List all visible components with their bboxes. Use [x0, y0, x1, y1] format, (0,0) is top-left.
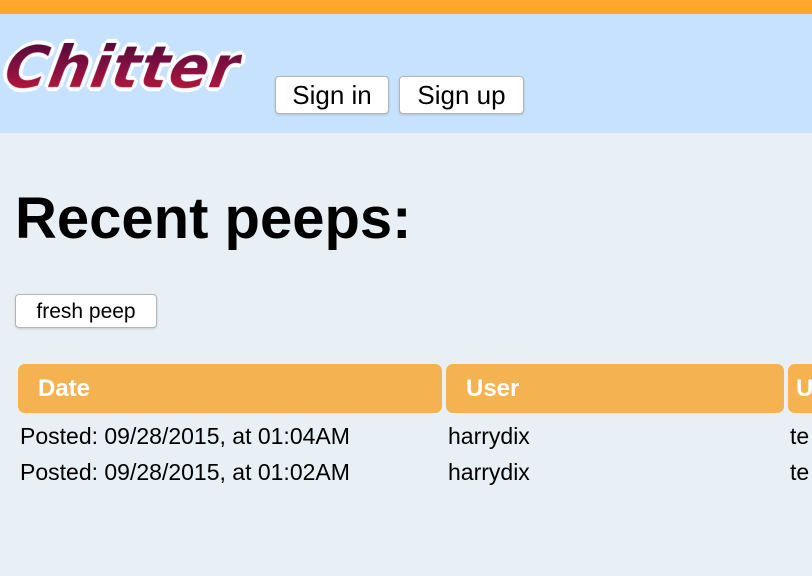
row-third-cell: te: [790, 459, 810, 485]
top-accent-bar: [0, 0, 812, 14]
site-header: Chitter Sign in Sign up: [0, 14, 812, 133]
column-header-date: Date: [18, 364, 442, 413]
row-third-cell: te: [790, 423, 810, 449]
chitter-logo[interactable]: Chitter: [0, 33, 246, 101]
row-date-cell: Posted: 09/28/2015, at 01:02AM: [20, 459, 350, 485]
row-user-cell: harrydix: [448, 423, 530, 449]
column-header-third: U: [788, 364, 812, 413]
row-user-cell: harrydix: [448, 459, 530, 485]
column-header-user: User: [446, 364, 784, 413]
sign-up-button[interactable]: Sign up: [399, 76, 524, 114]
sign-in-button[interactable]: Sign in: [275, 76, 389, 114]
page-title: Recent peeps:: [15, 186, 412, 251]
row-date-cell: Posted: 09/28/2015, at 01:04AM: [20, 423, 350, 449]
fresh-peep-button[interactable]: fresh peep: [15, 294, 157, 328]
